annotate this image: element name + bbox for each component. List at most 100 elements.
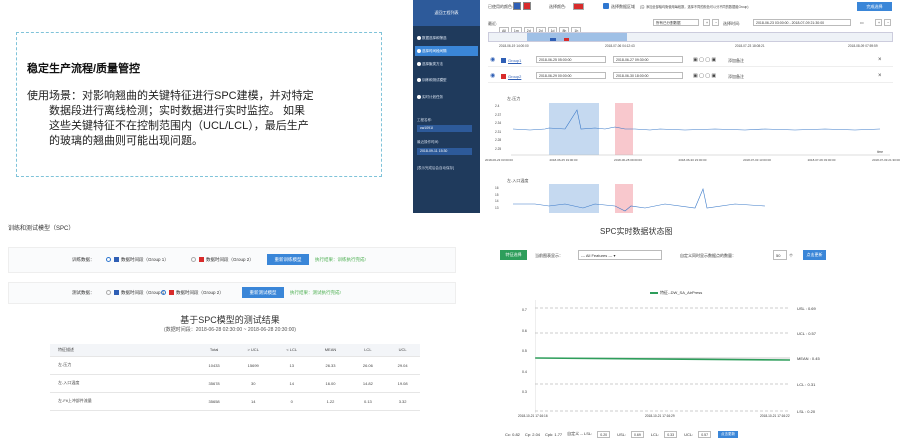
- radio-selected-icon[interactable]: [106, 257, 111, 262]
- step-label: 数据选择和筛选: [422, 36, 447, 40]
- col-header: 特征描述: [50, 344, 195, 357]
- retest-button[interactable]: 重新测试模型: [242, 287, 284, 298]
- zoom-out-icon[interactable]: −: [884, 19, 891, 26]
- spc-x-tick-0: 2018-10-21 17:16:16: [518, 414, 548, 418]
- step-realtime[interactable]: 实时计划任务: [415, 92, 478, 102]
- table-row: 左-压力 10433 15699 13 26.33 26.06 29.04: [50, 356, 420, 375]
- radio-icon[interactable]: [191, 257, 196, 262]
- y-tick: 2.25: [495, 146, 502, 151]
- group2-add-note[interactable]: 添加备注: [728, 74, 744, 80]
- step-label: 实时计划任务: [422, 95, 443, 99]
- custom-lcl-input[interactable]: 0.33: [664, 430, 678, 438]
- checkbox-checked-icon[interactable]: [603, 3, 609, 9]
- eye-icon[interactable]: ◉: [490, 56, 495, 63]
- done-select-button[interactable]: 完成选择: [857, 2, 892, 11]
- color-swatch-red[interactable]: [523, 2, 531, 10]
- group2-tool-icons[interactable]: ▣ ▢ ▢ ▣: [693, 73, 716, 79]
- intro-line-2: 数据段进行离线检测；实时数据进行实时监控。 如果: [49, 105, 306, 117]
- y-tick: 14: [495, 199, 499, 203]
- y-tick: 0.3: [522, 390, 527, 394]
- group1-band: [549, 103, 599, 155]
- step-dot-icon: [417, 49, 421, 53]
- points-count-input[interactable]: 50: [773, 250, 787, 260]
- x-tick: 2018-06-30 23:00:00: [678, 158, 707, 162]
- cell: 左-Fit上冲部件流量: [50, 392, 195, 411]
- y-tick: 0.7: [522, 308, 527, 312]
- remove-icon[interactable]: −: [712, 19, 719, 26]
- step-time-interval[interactable]: 选择时间段间隔: [415, 46, 478, 56]
- step-train-test[interactable]: 训练和测试模型: [415, 75, 478, 85]
- close-icon[interactable]: ×: [878, 57, 882, 63]
- navigator-group2-marker: [564, 38, 569, 41]
- calendar-icon[interactable]: ▭: [860, 20, 864, 25]
- group2-name[interactable]: Group2: [508, 74, 521, 79]
- cell: 0.13: [350, 392, 386, 411]
- navigator-window[interactable]: [527, 33, 627, 41]
- group1-tool-icons[interactable]: ▣ ▢ ▢ ▣: [693, 57, 716, 63]
- group1-name[interactable]: Group1: [508, 58, 521, 63]
- color-swatch-blue[interactable]: [513, 2, 521, 10]
- chart1-x-ticks: 2018-06-23 03:00:00 2018-06-25 19:00:00 20…: [485, 158, 900, 162]
- custom-lsl-input[interactable]: 0.20: [597, 430, 611, 438]
- usl-label: USL : 0.69: [797, 306, 816, 311]
- group2-from[interactable]: 2018-06-29 00:00:00: [536, 72, 606, 79]
- step-data-select[interactable]: 数据选择和筛选: [415, 33, 478, 43]
- intro-title: 稳定生产流程/质量管控: [27, 63, 141, 75]
- y-tick: 0.5: [522, 349, 527, 353]
- feature-dropdown[interactable]: --- All Features --- ▾: [578, 250, 662, 260]
- add-icon[interactable]: +: [703, 19, 710, 26]
- cell: 13: [273, 356, 311, 375]
- test-data-bar: 测试数据： 数据时间段（Group 1） 数据时间段（Group 2） 重新测试…: [8, 282, 456, 304]
- step-dot-icon: [417, 78, 421, 82]
- step-dot-icon: [417, 36, 421, 40]
- chart2-plot: [513, 184, 766, 213]
- navigator-group1-marker: [550, 38, 556, 41]
- custom-usl-input[interactable]: 0.69: [631, 430, 644, 438]
- range-label: 最近:: [488, 21, 498, 26]
- realtime-title: SPC实时数据状态图: [600, 227, 673, 236]
- group2-row: ◉ Group2 2018-06-29 00:00:00 2018-06-30 …: [488, 71, 893, 83]
- select-color-label: 选择颜色:: [549, 4, 567, 9]
- group1-to[interactable]: 2018-06-27 09:30:00: [613, 56, 683, 63]
- group1-add-note[interactable]: 添加备注: [728, 58, 744, 64]
- retrain-button[interactable]: 重新训练模型: [267, 254, 309, 265]
- col-header: Total: [194, 344, 234, 357]
- cell: 15699: [233, 356, 274, 375]
- apply-limits-button[interactable]: 点击更新: [718, 430, 739, 438]
- back-to-projects-button[interactable]: 返回工程列表: [413, 0, 480, 26]
- table-row: 左-入口温度 35678 30 14 16.00 14.82 19.08: [50, 374, 420, 393]
- color-select[interactable]: [573, 3, 584, 10]
- group1-color: [114, 290, 119, 295]
- timeline-tick-3: 2018-08-09 07:59:59: [848, 44, 878, 48]
- step-cluster[interactable]: 选择聚类方法: [415, 59, 478, 69]
- cell: 14.82: [350, 374, 386, 393]
- project-name-label: 工程名称:: [417, 118, 432, 122]
- stats-bar: Cc: 0.82 Cp: 2.04 Cpk: 1.77 自定义 -- LSL: …: [505, 427, 835, 441]
- radio-icon[interactable]: [106, 290, 111, 295]
- zoom-in-icon[interactable]: +: [875, 19, 882, 26]
- y-tick: 0.6: [522, 328, 527, 333]
- data-dropdown[interactable]: 所有已分割数据: [653, 19, 699, 26]
- y-tick: 2.31: [495, 129, 502, 134]
- spc-y-ticks: 0.7 0.6 0.5 0.4 0.3: [522, 300, 527, 403]
- cell: 左-入口温度: [50, 374, 195, 393]
- y-tick: 2.4: [495, 104, 500, 108]
- feature-select-button[interactable]: 特征选择: [500, 250, 527, 260]
- test-group2-label: 数据时间段（Group 2）: [176, 290, 224, 295]
- table-header-row: 特征描述 Total > UCL < LCL MEAN LCL UCL: [50, 344, 420, 357]
- query-time-input[interactable]: 2018-06-23 03:00:00 - 2018-07-09 21:30:0…: [753, 19, 851, 26]
- cell: 26.33: [310, 356, 351, 375]
- table-row: 左-Fit上冲部件流量 35658 14 0 1.22 0.13 3.32: [50, 392, 420, 411]
- step-dot-icon: [417, 62, 421, 66]
- apply-points-button[interactable]: 点击更新: [803, 250, 826, 260]
- query-time-label: 选择时间:: [723, 21, 741, 26]
- group1-from[interactable]: 2018-06-25 05:00:00: [536, 56, 606, 63]
- custom-ucl-input[interactable]: 0.57: [698, 430, 712, 438]
- close-icon[interactable]: ×: [878, 73, 882, 79]
- group2-to[interactable]: 2018-06-30 18:00:00: [613, 72, 683, 79]
- group2-color: [501, 74, 506, 79]
- eye-icon[interactable]: ◉: [490, 72, 495, 79]
- mean-label: MEAN : 0.45: [797, 356, 820, 361]
- radio-selected-icon[interactable]: [161, 290, 166, 295]
- timeline-tick-1: 2018-07-06 04:12:43: [605, 44, 635, 48]
